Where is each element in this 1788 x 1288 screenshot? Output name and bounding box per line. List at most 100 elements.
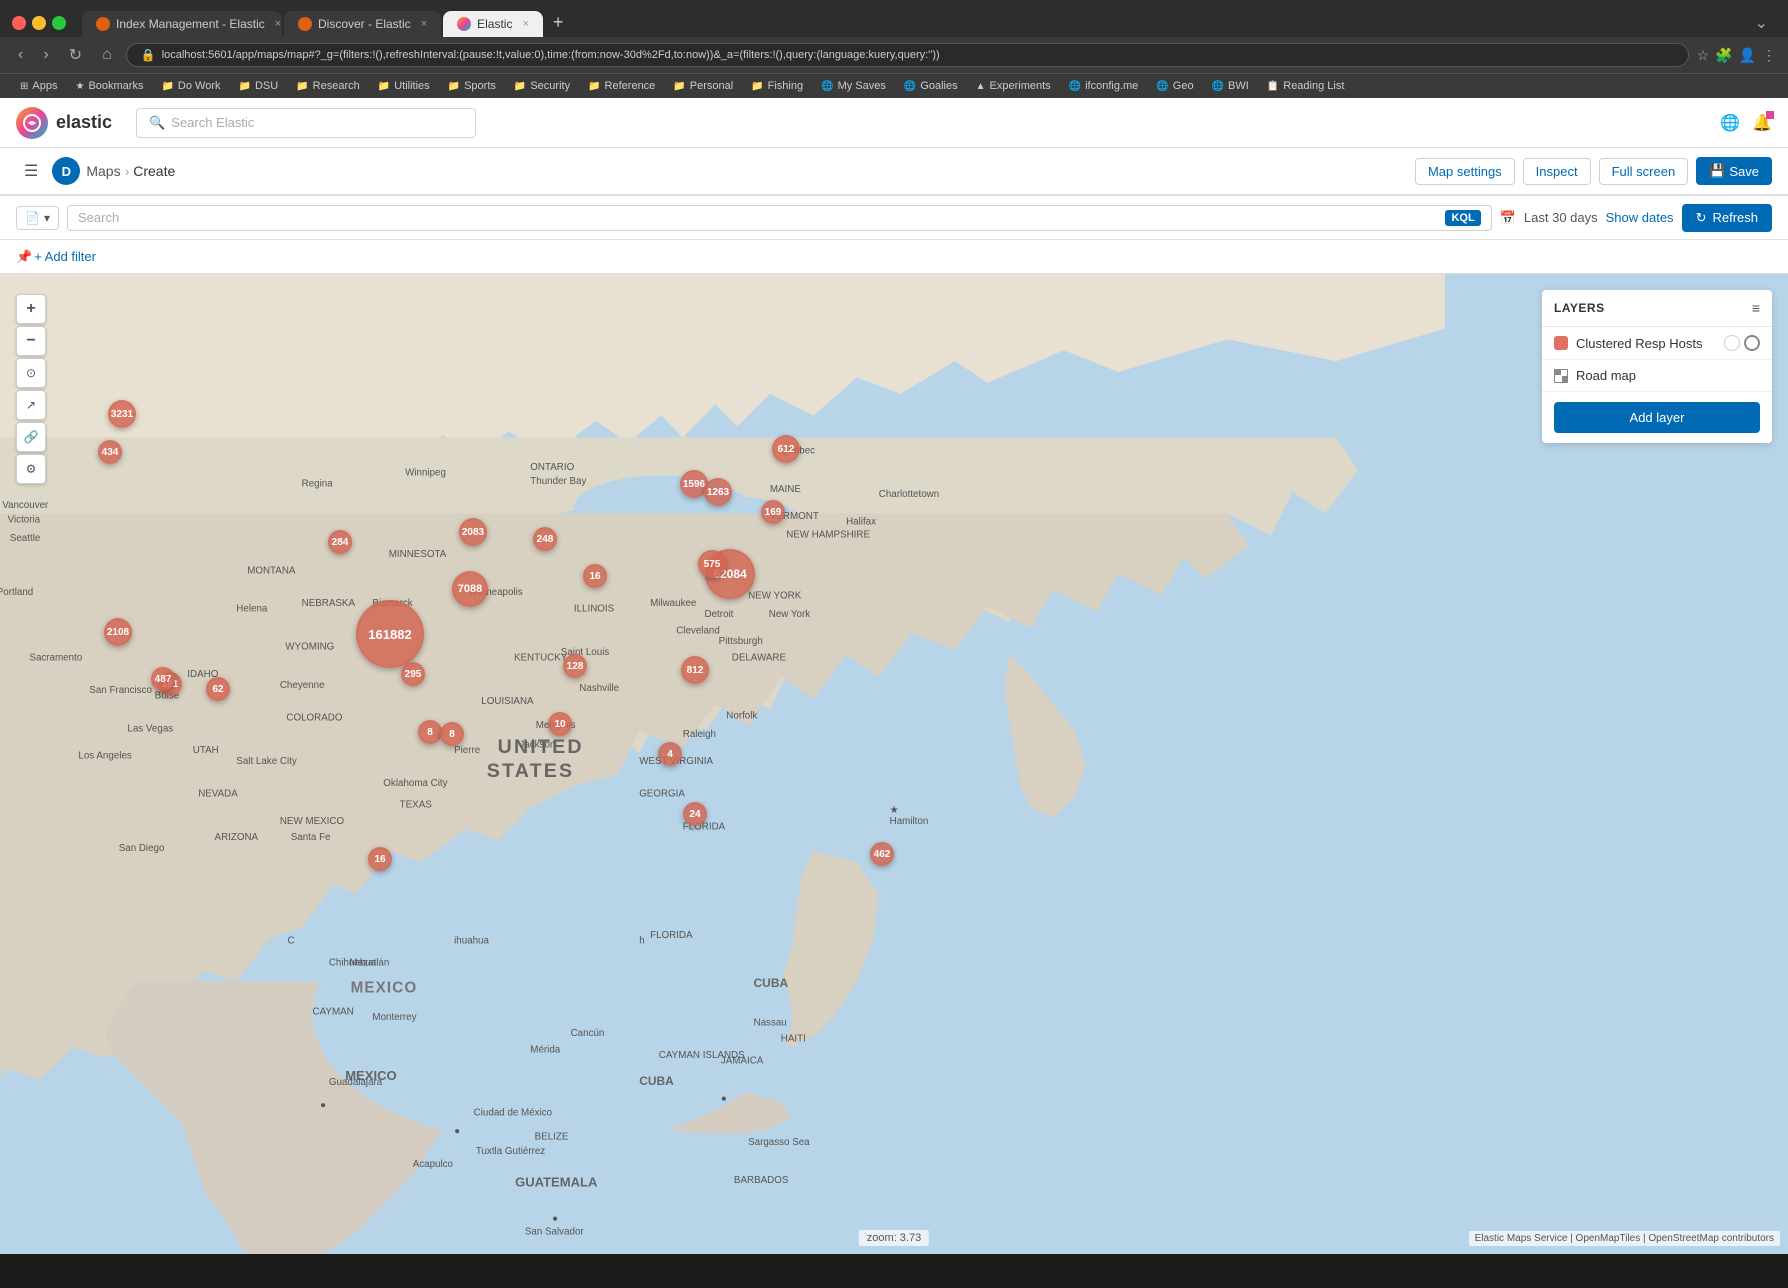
add-filter-bar: 📌 + Add filter [0, 240, 1788, 274]
bookmark-sports[interactable]: 📁 Sports [440, 78, 504, 94]
kql-badge[interactable]: KQL [1445, 210, 1480, 226]
extensions-icon[interactable]: 🧩 [1715, 47, 1732, 64]
close-window-button[interactable] [12, 16, 26, 30]
zoom-to-fit-button[interactable]: ⊙ [16, 358, 46, 388]
bookmark-security[interactable]: 📁 Security [506, 78, 578, 94]
bookmark-goalies[interactable]: 🌐 Goalies [896, 78, 966, 94]
cluster-marker[interactable]: 3231 [108, 400, 136, 428]
show-dates-button[interactable]: Show dates [1606, 210, 1674, 225]
svg-text:NEW MEXICO: NEW MEXICO [280, 816, 345, 827]
cluster-marker[interactable]: 1263 [704, 478, 732, 506]
breadcrumb-maps[interactable]: Maps [86, 163, 120, 179]
refresh-button[interactable]: ↻ Refresh [1682, 204, 1772, 232]
filter-toggle-button[interactable]: 📄 ▾ [16, 206, 59, 230]
cluster-marker[interactable]: 295 [401, 662, 425, 686]
bookmark-bwi[interactable]: 🌐 BWI [1204, 78, 1257, 94]
layer-toggle-circle-1[interactable] [1724, 335, 1740, 351]
bookmark-reference[interactable]: 📁 Reference [580, 78, 663, 94]
bookmark-research[interactable]: 📁 Research [288, 78, 368, 94]
url-bar[interactable]: 🔒 localhost:5601/app/maps/map#?_g=(filte… [126, 43, 1689, 67]
tab-elastic-active[interactable]: Elastic × [443, 11, 543, 37]
hamburger-menu-button[interactable]: ☰ [16, 153, 46, 189]
forward-button[interactable]: › [37, 44, 54, 66]
bookmark-apps[interactable]: ⊞ Apps [12, 78, 65, 94]
map-container[interactable]: UNITED STATES MEXICO CUBA Vancouver Vict… [0, 274, 1788, 1254]
tab-index-management[interactable]: Index Management - Elastic × [82, 11, 282, 37]
layers-menu-icon[interactable]: ≡ [1752, 300, 1760, 316]
cluster-marker[interactable]: 4 [658, 742, 682, 766]
svg-text:Seattle: Seattle [10, 533, 41, 544]
add-layer-button[interactable]: Add layer [1554, 402, 1760, 433]
new-tab-button[interactable]: + [545, 8, 572, 37]
map-settings-button[interactable]: Map settings [1415, 158, 1515, 185]
layer-item-clustered[interactable]: Clustered Resp Hosts [1542, 327, 1772, 360]
cluster-marker[interactable]: 487 [151, 667, 175, 691]
search-field[interactable]: Search KQL [67, 205, 1492, 231]
inspect-button[interactable]: Inspect [1523, 158, 1591, 185]
cluster-marker[interactable]: 248 [533, 527, 557, 551]
layer-toggle-circle-2[interactable] [1744, 335, 1760, 351]
cluster-marker[interactable]: 62 [206, 677, 230, 701]
add-filter-button[interactable]: + Add filter [34, 249, 96, 264]
cluster-marker[interactable]: 16 [368, 847, 392, 871]
tab-close-active-button[interactable]: × [522, 18, 528, 30]
bookmark-reading-list[interactable]: 📋 Reading List [1259, 78, 1353, 94]
bookmark-fishing[interactable]: 📁 Fishing [743, 78, 811, 94]
bookmark-bookmarks[interactable]: ★ Bookmarks [67, 78, 151, 94]
bookmark-do-work[interactable]: 📁 Do Work [153, 78, 228, 94]
cluster-marker[interactable]: 16 [583, 564, 607, 588]
tab-close-button[interactable]: × [421, 18, 427, 30]
cluster-marker[interactable]: 612 [772, 435, 800, 463]
svg-text:Pittsburgh: Pittsburgh [719, 636, 763, 647]
zoom-out-button[interactable]: − [16, 326, 46, 356]
globe-header-icon[interactable]: 🌐 [1720, 113, 1740, 133]
breadcrumb-create[interactable]: Create [133, 163, 175, 179]
save-button[interactable]: 💾 Save [1696, 157, 1772, 185]
bookmark-my-saves[interactable]: 🌐 My Saves [813, 78, 894, 94]
svg-text:COLORADO: COLORADO [286, 712, 342, 723]
reload-button[interactable]: ↻ [63, 43, 88, 67]
cluster-marker[interactable]: 2108 [104, 618, 132, 646]
calendar-icon[interactable]: 📅 [1500, 210, 1516, 226]
cluster-marker[interactable]: 2083 [459, 518, 487, 546]
home-button[interactable]: ⌂ [96, 44, 118, 66]
full-screen-button[interactable]: Full screen [1599, 158, 1689, 185]
cluster-marker[interactable]: 575 [698, 550, 726, 578]
link-button[interactable]: 🔗 [16, 422, 46, 452]
profile-icon[interactable]: 👤 [1739, 47, 1756, 64]
cluster-marker[interactable]: 7088 [452, 571, 488, 607]
bookmark-utilities[interactable]: 📁 Utilities [370, 78, 438, 94]
svg-text:San Salvador: San Salvador [525, 1226, 585, 1237]
notifications-icon[interactable]: 🔔 [1752, 113, 1772, 133]
cluster-marker[interactable]: 161882 [356, 600, 424, 668]
cluster-marker[interactable]: 169 [761, 500, 785, 524]
cluster-marker[interactable]: 128 [563, 654, 587, 678]
cluster-marker[interactable]: 812 [681, 656, 709, 684]
bookmark-dsu[interactable]: 📁 DSU [231, 78, 287, 94]
more-menu-icon[interactable]: ⋮ [1762, 47, 1776, 64]
cluster-marker[interactable]: 24 [683, 802, 707, 826]
expand-button[interactable]: ↗ [16, 390, 46, 420]
layer-item-road-map[interactable]: Road map [1542, 360, 1772, 392]
cluster-marker[interactable]: 10 [548, 712, 572, 736]
bookmark-ifconfig[interactable]: 🌐 ifconfig.me [1061, 78, 1147, 94]
maximize-window-button[interactable] [52, 16, 66, 30]
zoom-in-button[interactable]: + [16, 294, 46, 324]
back-button[interactable]: ‹ [12, 44, 29, 66]
cluster-marker[interactable]: 284 [328, 530, 352, 554]
bookmark-experiments[interactable]: ▲ Experiments [968, 78, 1059, 94]
minimize-window-button[interactable] [32, 16, 46, 30]
bookmark-label: Goalies [920, 80, 957, 92]
elastic-header: elastic 🔍 Search Elastic 🌐 🔔 [0, 98, 1788, 148]
bookmark-star-icon[interactable]: ☆ [1697, 47, 1710, 64]
cluster-marker[interactable]: 8 [440, 722, 464, 746]
tab-close-button[interactable]: × [275, 18, 281, 30]
cluster-marker[interactable]: 8 [418, 720, 442, 744]
bookmark-geo[interactable]: 🌐 Geo [1148, 78, 1201, 94]
settings-tool-button[interactable]: ⚙ [16, 454, 46, 484]
cluster-marker[interactable]: 462 [870, 842, 894, 866]
cluster-marker[interactable]: 434 [98, 440, 122, 464]
bookmark-personal[interactable]: 📁 Personal [665, 78, 741, 94]
tab-discover[interactable]: Discover - Elastic × [284, 11, 441, 37]
search-input-header[interactable]: 🔍 Search Elastic [136, 108, 476, 138]
